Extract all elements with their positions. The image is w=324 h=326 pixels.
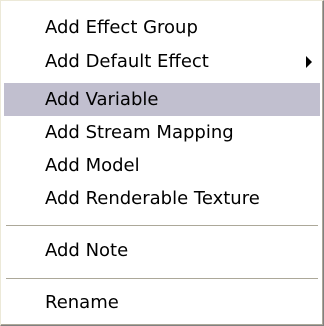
menu-item-label: Rename xyxy=(45,292,119,313)
menu-item-add-variable[interactable]: Add Variable xyxy=(4,83,320,116)
menu-item-rename[interactable]: Rename xyxy=(4,286,320,319)
menu-separator xyxy=(6,225,318,227)
menu-item-label: Add Effect Group xyxy=(45,17,198,38)
menu-item-label: Add Variable xyxy=(45,89,159,110)
menu-item-add-note[interactable]: Add Note xyxy=(4,234,320,267)
menu-item-add-stream-mapping[interactable]: Add Stream Mapping xyxy=(4,116,320,149)
menu-item-add-effect-group[interactable]: Add Effect Group xyxy=(4,11,320,44)
menu-item-label: Add Renderable Texture xyxy=(45,188,260,209)
context-menu: Add Effect Group Add Default Effect Add … xyxy=(0,0,324,326)
menu-separator xyxy=(6,278,318,280)
submenu-arrow-icon xyxy=(306,56,312,68)
menu-item-label: Add Stream Mapping xyxy=(45,122,234,143)
menu-item-add-default-effect[interactable]: Add Default Effect xyxy=(4,45,320,78)
menu-item-label: Add Default Effect xyxy=(45,51,209,72)
menu-item-add-model[interactable]: Add Model xyxy=(4,149,320,182)
menu-item-label: Add Model xyxy=(45,155,140,176)
menu-item-label: Add Note xyxy=(45,240,129,261)
menu-item-add-renderable-texture[interactable]: Add Renderable Texture xyxy=(4,182,320,215)
